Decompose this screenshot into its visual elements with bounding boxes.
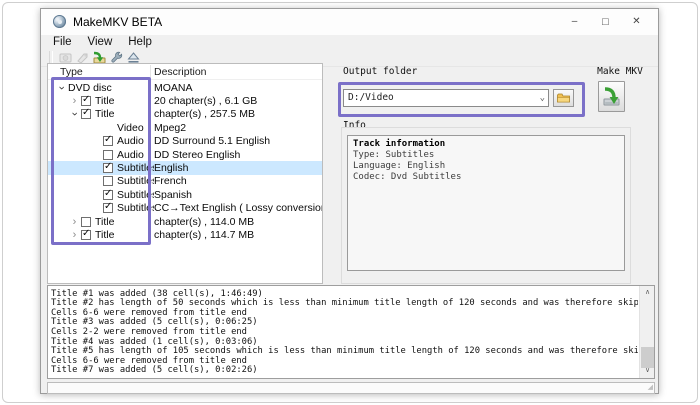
settings-wrench-icon bbox=[110, 51, 123, 64]
annotation-box-tree bbox=[51, 77, 151, 245]
makemkv-app-icon bbox=[53, 15, 66, 28]
make-mkv-icon bbox=[601, 86, 622, 107]
info-lines: Type: SubtitlesLanguage: EnglishCodec: D… bbox=[353, 150, 619, 183]
settings-button[interactable] bbox=[109, 51, 123, 64]
log-lines: Cells 6-6 were removed from title endTit… bbox=[51, 287, 638, 376]
save-mkv-icon bbox=[92, 51, 106, 64]
tree-description: chapter(s) , 257.5 MB bbox=[154, 108, 322, 120]
menu-file[interactable]: File bbox=[45, 35, 80, 50]
tree-description: chapter(s) , 114.0 MB bbox=[154, 216, 322, 228]
tree-description: DD Stereo English bbox=[154, 149, 322, 161]
tree-description: Mpeg2 bbox=[154, 122, 322, 134]
tree-description: MOANA bbox=[154, 82, 322, 94]
log-scrollbar[interactable]: ∧ ∨ bbox=[639, 286, 654, 378]
eject-button[interactable] bbox=[126, 51, 140, 64]
tree-description: chapter(s) , 114.7 MB bbox=[154, 229, 322, 241]
menu-view[interactable]: View bbox=[80, 35, 121, 50]
make-mkv-button[interactable] bbox=[598, 81, 625, 112]
title-bar[interactable]: MakeMKV BETA –□✕ bbox=[41, 9, 658, 35]
resize-grip-icon[interactable]: ◢ bbox=[648, 383, 653, 393]
menu-help[interactable]: Help bbox=[120, 35, 160, 50]
scroll-down-icon[interactable]: ∨ bbox=[640, 364, 655, 378]
make-mkv-label: Make MKV bbox=[591, 66, 649, 77]
save-mkv-button[interactable] bbox=[92, 51, 106, 64]
tree-description: DD Surround 5.1 English bbox=[154, 135, 322, 147]
window-controls: –□✕ bbox=[559, 9, 652, 35]
scroll-up-icon[interactable]: ∧ bbox=[640, 286, 655, 300]
menubar: FileViewHelp bbox=[45, 35, 445, 50]
open-files-icon bbox=[59, 51, 72, 64]
info-line: Codec: Dvd Subtitles bbox=[353, 172, 619, 183]
info-box: Track information Type: SubtitlesLanguag… bbox=[347, 135, 625, 271]
info-title: Track information bbox=[353, 139, 619, 150]
info-line: Language: English bbox=[353, 161, 619, 172]
maximize-button[interactable]: □ bbox=[590, 9, 621, 35]
column-header-description[interactable]: Description bbox=[154, 66, 207, 78]
tree-description: French bbox=[154, 175, 322, 187]
tree-description: English bbox=[154, 162, 322, 174]
annotation-box-output-folder bbox=[338, 82, 585, 117]
screenshot: MakeMKV BETA –□✕ FileViewHelp bbox=[0, 0, 700, 405]
output-folder-label: Output folder bbox=[343, 66, 417, 77]
open-files-button[interactable] bbox=[58, 51, 72, 64]
close-button[interactable]: ✕ bbox=[621, 9, 652, 35]
toolbar bbox=[49, 50, 140, 64]
eject-icon bbox=[127, 51, 140, 64]
log-line: Title #7 was added (5 cell(s), 0:02:26) bbox=[51, 366, 638, 376]
info-line: Type: Subtitles bbox=[353, 150, 619, 161]
tree-description: 20 chapter(s) , 6.1 GB bbox=[154, 95, 322, 107]
backup-disc-icon bbox=[76, 51, 89, 64]
makemkv-window: MakeMKV BETA –□✕ FileViewHelp bbox=[40, 8, 659, 394]
log-output[interactable]: Cells 6-6 were removed from title endTit… bbox=[47, 285, 655, 379]
status-strip: ◢ bbox=[47, 382, 655, 394]
window-title: MakeMKV BETA bbox=[73, 15, 162, 29]
tree-description: Spanish bbox=[154, 189, 322, 201]
tree-description: CC→Text English ( Lossy conversion ) bbox=[154, 202, 322, 214]
minimize-button[interactable]: – bbox=[559, 9, 590, 35]
column-separator[interactable] bbox=[150, 65, 151, 78]
backup-disc-button[interactable] bbox=[75, 51, 89, 64]
